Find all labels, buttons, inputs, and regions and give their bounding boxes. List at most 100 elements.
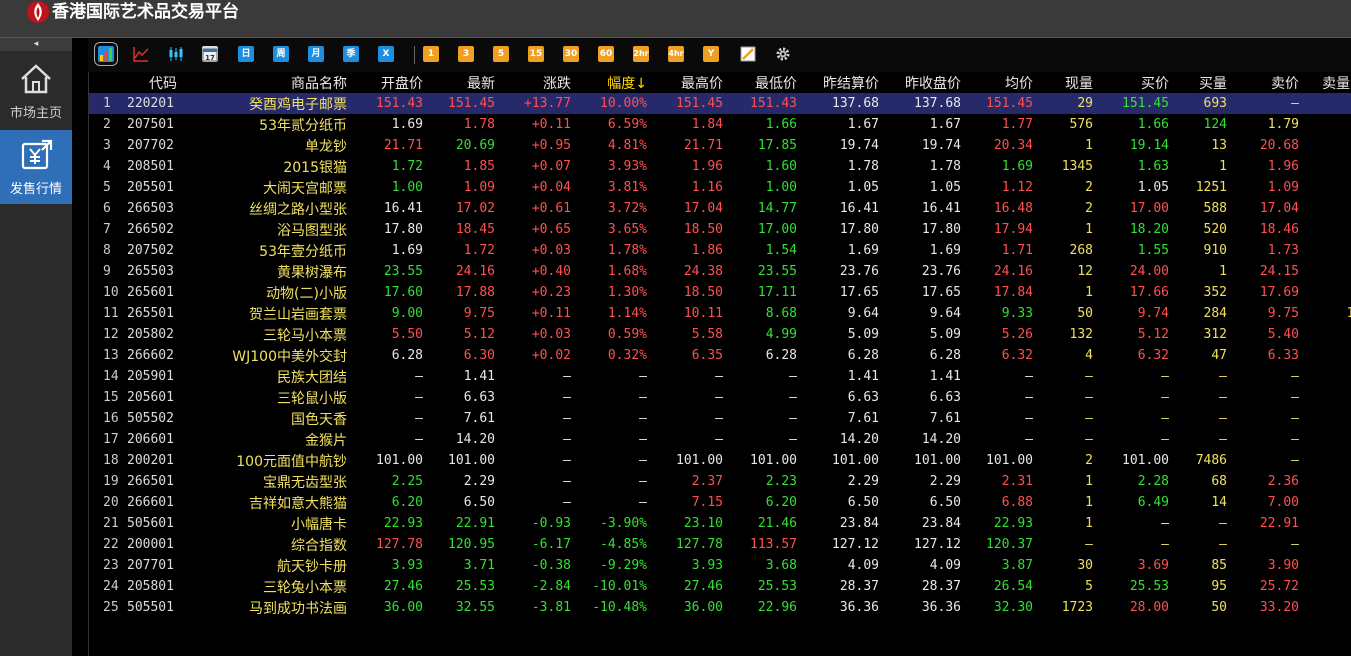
cell-bid-qty: 910 <box>1203 243 1227 258</box>
column-header-change-pct[interactable]: 幅度↓ <box>575 72 651 93</box>
column-header-row-number[interactable] <box>89 72 121 93</box>
column-header-prev-close[interactable]: 昨收盘价 <box>883 72 965 93</box>
cell-code: 208501 <box>127 159 174 174</box>
cell-ask-qty: — <box>1303 408 1351 429</box>
column-header-change[interactable]: 涨跌 <box>499 72 575 93</box>
period-day-button[interactable]: 日 <box>238 46 254 62</box>
table-row[interactable]: 7 266502 浴马图型张 17.80 18.45 +0.65 3.65% 18.50 17.… <box>89 219 1351 240</box>
period-x-button[interactable]: X <box>378 46 394 62</box>
cell-change: +0.40 <box>531 264 571 279</box>
cell-bid: — <box>1161 369 1169 384</box>
settings-gear-icon[interactable] <box>775 46 791 62</box>
cell-ask: 1.79 <box>1267 117 1299 132</box>
table-row[interactable]: 14 205901 民族大团结 — 1.41 — — — — 1.41 1.41 — — — — — — <box>89 366 1351 387</box>
sidebar-item-market-home[interactable]: 市场主页 <box>0 54 72 128</box>
period-month-button[interactable]: 月 <box>308 46 324 62</box>
calendar-glyph: 17 <box>202 48 218 62</box>
cell-code: 205801 <box>127 579 174 594</box>
cell-prev-settle: 1.05 <box>847 180 879 195</box>
cell-high: 24.38 <box>683 264 723 279</box>
table-row[interactable]: 20 266601 吉祥如意大熊猫 6.20 6.50 — — 7.15 6.20 6.50 6.5… <box>89 492 1351 513</box>
table-row[interactable]: 25 505501 马到成功书法画 36.00 32.55 -3.81 -10.48% 36.… <box>89 597 1351 618</box>
table-row[interactable]: 17 206601 金猴片 — 14.20 — — — — 14.20 14.20 — — — — — — <box>89 429 1351 450</box>
cell-bid: 6.49 <box>1137 495 1169 510</box>
cell-bid: 151.45 <box>1097 93 1173 114</box>
cell-prev-settle: 36.36 <box>839 600 879 615</box>
period-4hr-button[interactable]: 4hr <box>668 46 684 62</box>
column-header-high[interactable]: 最高价 <box>651 72 727 93</box>
column-header-bid[interactable]: 买价 <box>1097 72 1173 93</box>
table-row[interactable]: 24 205801 三轮兔小本票 27.46 25.53 -2.84 -10.01% 27.4… <box>89 576 1351 597</box>
cell-low: 6.28 <box>765 348 797 363</box>
cell-avg: 101.00 <box>986 453 1033 468</box>
column-header-prev-settle[interactable]: 昨结算价 <box>801 72 883 93</box>
cell-change-pct: 0.59% <box>607 327 647 342</box>
candlestick-icon[interactable] <box>168 46 184 62</box>
cell-ask-qty: — <box>1303 366 1351 387</box>
column-header-ask[interactable]: 卖价 <box>1231 72 1303 93</box>
period-year-button[interactable]: Y <box>703 46 719 62</box>
period-1min-button[interactable]: 1 <box>423 46 439 62</box>
cell-ask-qty: 94 <box>1303 513 1351 534</box>
table-row[interactable]: 10 265601 动物(二)小版 17.60 17.88 +0.23 1.30% 18.50… <box>89 282 1351 303</box>
cell-bid: 25.53 <box>1129 579 1169 594</box>
period-60min-button[interactable]: 60 <box>598 46 614 62</box>
cell-avg: 9.33 <box>1001 306 1033 321</box>
cell-latest: 6.50 <box>463 495 495 510</box>
sidebar-collapse-button[interactable]: ◂ <box>0 38 72 51</box>
table-row[interactable]: 9 265503 黄果树瀑布 23.55 24.16 +0.40 1.68% 24.38 23.… <box>89 261 1351 282</box>
cell-change: +0.23 <box>531 285 571 300</box>
period-season-button[interactable]: 季 <box>343 46 359 62</box>
cell-low: 151.43 <box>727 93 801 114</box>
column-header-name[interactable]: 商品名称 <box>181 72 351 93</box>
column-header-code[interactable]: 代码 <box>121 72 181 93</box>
cell-avg: 2.31 <box>1001 474 1033 489</box>
table-row[interactable]: 18 200201 100元面值中航钞 101.00 101.00 — — 101.00 101… <box>89 450 1351 471</box>
table-row[interactable]: 3 207702 单龙钞 21.71 20.69 +0.95 4.81% 21.71 17.85… <box>89 135 1351 156</box>
column-header-avg[interactable]: 均价 <box>965 72 1037 93</box>
cell-latest: 17.88 <box>455 285 495 300</box>
cell-avg: 1.12 <box>1001 180 1033 195</box>
cell-change: +0.61 <box>531 201 571 216</box>
period-30min-button[interactable]: 30 <box>563 46 579 62</box>
period-week-button[interactable]: 周 <box>273 46 289 62</box>
cell-ask: 1.73 <box>1267 243 1299 258</box>
table-row[interactable]: 5 205501 大闹天宫邮票 1.00 1.09 +0.04 3.81% 1.16 1.00 1… <box>89 177 1351 198</box>
table-row[interactable]: 19 266501 宝鼎无齿型张 2.25 2.29 — — 2.37 2.23 2.29 2.29… <box>89 471 1351 492</box>
calendar-icon[interactable]: 17 <box>202 46 218 62</box>
draw-tool-icon[interactable] <box>740 46 756 62</box>
period-15min-button[interactable]: 15 <box>528 46 544 62</box>
table-row[interactable]: 16 505502 国色天香 — 7.61 — — — — 7.61 7.61 — — — — — — <box>89 408 1351 429</box>
cell-row-number: 12 <box>103 327 119 342</box>
period-5min-button[interactable]: 5 <box>493 46 509 62</box>
sidebar-item-issue-market[interactable]: 发售行情 <box>0 130 72 204</box>
table-row[interactable]: 22 200001 综合指数 127.78 120.95 -6.17 -4.85% 127.7… <box>89 534 1351 555</box>
cell-code: 200201 <box>127 453 174 468</box>
column-header-volume[interactable]: 现量 <box>1037 72 1097 93</box>
cell-name: 航天钞卡册 <box>277 558 347 575</box>
bar-chart-glyph <box>100 48 112 61</box>
table-row[interactable]: 2 207501 53年贰分纸币 1.69 1.78 +0.11 6.59% 1.84 1.66… <box>89 114 1351 135</box>
period-2hr-button[interactable]: 2hr <box>633 46 649 62</box>
table-row[interactable]: 12 205802 三轮马小本票 5.50 5.12 +0.03 0.59% 5.58 4.99… <box>89 324 1351 345</box>
table-row[interactable]: 6 266503 丝绸之路小型张 16.41 17.02 +0.61 3.72% 17.04 1… <box>89 198 1351 219</box>
table-row[interactable]: 4 208501 2015银猫 1.72 1.85 +0.07 3.93% 1.96 1.60 1… <box>89 156 1351 177</box>
table-row[interactable]: 23 207701 航天钞卡册 3.93 3.71 -0.38 -9.29% 3.93 3.68… <box>89 555 1351 576</box>
column-header-open[interactable]: 开盘价 <box>351 72 427 93</box>
column-header-ask-qty[interactable]: 卖量 >> <box>1303 72 1351 93</box>
table-row[interactable]: 13 266602 WJ100中美外交封 6.28 6.30 +0.02 0.32% 6.35… <box>89 345 1351 366</box>
table-row[interactable]: 11 265501 贺兰山岩画套票 9.00 9.75 +0.11 1.14% 10.11 8.… <box>89 303 1351 324</box>
cell-change-pct: — <box>639 453 647 468</box>
column-header-low[interactable]: 最低价 <box>727 72 801 93</box>
cell-code: 505502 <box>127 411 174 426</box>
table-row[interactable]: 8 207502 53年壹分纸币 1.69 1.72 +0.03 1.78% 1.86 1.54… <box>89 240 1351 261</box>
period-3min-button[interactable]: 3 <box>458 46 474 62</box>
column-header-bid-qty[interactable]: 买量 <box>1173 72 1231 93</box>
table-row[interactable]: 1 220201 癸酉鸡电子邮票 151.43 151.45 +13.77 10.00% 15… <box>89 93 1351 114</box>
column-header-latest[interactable]: 最新 <box>427 72 499 93</box>
line-chart-icon[interactable] <box>133 46 149 62</box>
bar-chart-icon[interactable] <box>94 42 118 66</box>
table-row[interactable]: 21 505601 小幅唐卡 22.93 22.91 -0.93 -3.90% 23.10 21… <box>89 513 1351 534</box>
cell-bid-qty: — <box>1219 411 1227 426</box>
table-row[interactable]: 15 205601 三轮鼠小版 — 6.63 — — — — 6.63 6.63 — — — — — — <box>89 387 1351 408</box>
